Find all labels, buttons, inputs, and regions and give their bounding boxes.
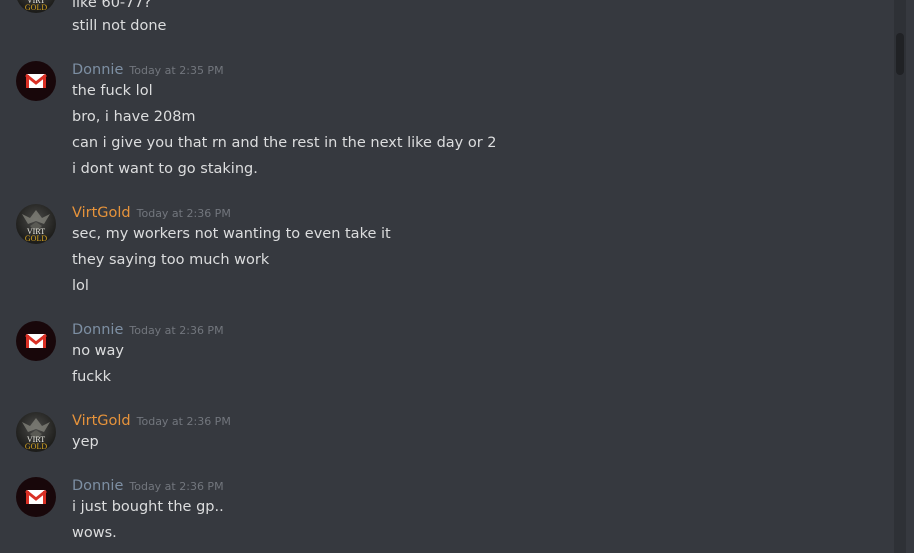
message-text: sec, my workers not wanting to even take… [72,226,391,242]
virtgold-logo-text-bottom: GOLD [25,442,47,451]
message-text: i dont want to go staking. [72,161,258,177]
username[interactable]: Donnie [72,322,123,338]
username[interactable]: VirtGold [72,413,131,429]
virtgold-avatar[interactable]: VIRT GOLD [16,412,56,452]
message-list[interactable]: VIRT GOLD like 60-77? still not done Don… [0,0,894,553]
message-header: Donnie Today at 2:36 PM [72,475,224,497]
message-text: lol [72,278,89,294]
message-text: bro, i have 208m [72,109,196,125]
donnie-avatar[interactable] [16,61,56,101]
timestamp: Today at 2:36 PM [129,480,224,493]
message-text: still not done [72,18,167,34]
message-header: Donnie Today at 2:36 PM [72,319,224,341]
message-text: i just bought the gp.. [72,499,224,515]
timestamp: Today at 2:36 PM [136,415,231,428]
timestamp: Today at 2:36 PM [129,324,224,337]
scrollbar-thumb[interactable] [896,33,904,75]
message-text: like 60-77? [72,0,152,11]
message-text: they saying too much work [72,252,270,268]
virtgold-logo-icon: VIRT GOLD [22,210,50,243]
virtgold-avatar[interactable]: VIRT GOLD [16,0,56,13]
message-text: yep [72,434,99,450]
svg-text:GOLD: GOLD [25,3,47,12]
donnie-avatar[interactable] [16,477,56,517]
timestamp: Today at 2:35 PM [129,64,224,77]
gmail-envelope-icon [25,73,47,88]
virtgold-avatar[interactable]: VIRT GOLD [16,204,56,244]
scrollbar-track[interactable] [894,0,906,553]
virtgold-logo-icon: VIRT GOLD [22,418,50,451]
donnie-avatar[interactable] [16,321,56,361]
message-header: VirtGold Today at 2:36 PM [72,202,231,224]
message-text: fuckk [72,369,112,385]
message-header: Donnie Today at 2:35 PM [72,59,224,81]
virtgold-logo-icon: VIRT GOLD [25,0,47,12]
username[interactable]: Donnie [72,62,123,78]
username[interactable]: Donnie [72,478,123,494]
message-text: no way [72,343,124,359]
message-text: the fuck lol [72,83,153,99]
timestamp: Today at 2:36 PM [136,207,231,220]
username[interactable]: VirtGold [72,205,131,221]
gmail-envelope-icon [25,489,47,504]
message-text: wows. [72,525,117,541]
message-text: can i give you that rn and the rest in t… [72,135,497,151]
gmail-envelope-icon [25,333,47,348]
message-header: VirtGold Today at 2:36 PM [72,410,231,432]
virtgold-logo-text-bottom: GOLD [25,234,47,243]
